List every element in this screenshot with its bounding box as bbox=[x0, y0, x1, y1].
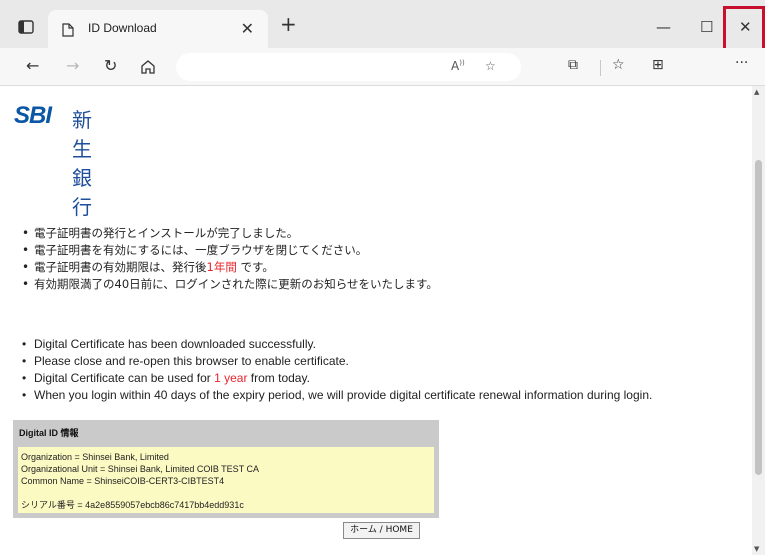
logo-bank-name: 新生銀行 bbox=[72, 108, 93, 219]
page-content: SBI 新生銀行 電子証明書の発行とインストールが完了しました。 電子証明書を有… bbox=[0, 86, 752, 555]
page-icon bbox=[62, 23, 74, 37]
list-item: 電子証明書を有効にするには、一度ブラウザを閉じてください。 bbox=[22, 242, 438, 259]
digital-id-title: Digital ID 情報 bbox=[19, 428, 79, 438]
add-favorite-icon[interactable]: ☆ bbox=[485, 59, 496, 73]
toolbar-separator bbox=[600, 60, 601, 76]
organizational-unit-field: Organizational Unit = Shinsei Bank, Limi… bbox=[21, 464, 260, 474]
validity-period-highlight: 1 year bbox=[214, 371, 248, 385]
browser-toolbar: ← → ↻ A)) ☆ ⧉ ☆ ⊞ ··· bbox=[0, 48, 765, 86]
digital-id-info-box: Digital ID 情報 Organization = Shinsei Ban… bbox=[13, 420, 439, 518]
message-text: です。 bbox=[236, 260, 274, 274]
tab-close-icon[interactable]: ✕ bbox=[241, 19, 254, 38]
refresh-button[interactable]: ↻ bbox=[104, 56, 117, 75]
scroll-down-icon[interactable]: ▼ bbox=[754, 545, 759, 553]
tab-id-download[interactable]: ID Download ✕ bbox=[48, 10, 268, 48]
validity-period-highlight: 1年間 bbox=[206, 260, 237, 274]
maximize-button[interactable]: ☐ bbox=[700, 18, 713, 36]
message-text: from today. bbox=[247, 371, 310, 385]
list-item: 電子証明書の有効期限は、発行後1年間 です。 bbox=[22, 259, 438, 276]
list-item: Digital Certificate has been downloaded … bbox=[22, 336, 652, 353]
vertical-scrollbar[interactable]: ▲ ▼ bbox=[752, 86, 765, 555]
list-item: Please close and re-open this browser to… bbox=[22, 353, 652, 370]
message-text: Digital Certificate can be used for bbox=[34, 371, 215, 385]
list-item: 電子証明書の発行とインストールが完了しました。 bbox=[22, 225, 438, 242]
tab-actions-icon[interactable] bbox=[18, 20, 36, 34]
forward-button[interactable]: → bbox=[66, 56, 79, 75]
home-button[interactable]: ホーム / HOME bbox=[343, 522, 420, 539]
extensions-icon[interactable]: ⧉ bbox=[568, 57, 578, 73]
title-bar: ID Download ✕ + — ☐ ✕ bbox=[0, 0, 765, 55]
settings-menu-icon[interactable]: ··· bbox=[735, 55, 748, 71]
english-message-list: Digital Certificate has been downloaded … bbox=[22, 336, 652, 404]
list-item: Digital Certificate can be used for 1 ye… bbox=[22, 370, 652, 387]
japanese-message-list: 電子証明書の発行とインストールが完了しました。 電子証明書を有効にするには、一度… bbox=[22, 225, 438, 293]
scroll-up-icon[interactable]: ▲ bbox=[754, 88, 759, 96]
address-bar[interactable]: A)) ☆ bbox=[176, 53, 521, 81]
favorites-icon[interactable]: ☆ bbox=[612, 57, 625, 73]
back-button[interactable]: ← bbox=[26, 56, 39, 75]
collections-icon[interactable]: ⊞ bbox=[652, 57, 664, 73]
list-item: 有効期限満了の40日前に、ログインされた際に更新のお知らせをいたします。 bbox=[22, 276, 438, 293]
message-text: 電子証明書の有効期限は、発行後 bbox=[34, 260, 207, 274]
list-item: When you login within 40 days of the exp… bbox=[22, 387, 652, 404]
organization-field: Organization = Shinsei Bank, Limited bbox=[21, 452, 169, 462]
home-icon[interactable] bbox=[140, 59, 156, 75]
common-name-field: Common Name = ShinseiCOIB-CERT3-CIBTEST4 bbox=[21, 476, 225, 486]
new-tab-button[interactable]: + bbox=[280, 14, 297, 34]
read-aloud-icon[interactable]: A)) bbox=[451, 59, 465, 73]
digital-id-details: Organization = Shinsei Bank, Limited Org… bbox=[18, 447, 434, 513]
tab-title: ID Download bbox=[88, 21, 157, 35]
minimize-button[interactable]: — bbox=[656, 18, 671, 36]
serial-number-field: シリアル番号 = 4a2e8559057ebcb86c7417bb4edd931… bbox=[21, 500, 244, 510]
scrollbar-thumb[interactable] bbox=[755, 160, 762, 475]
logo-sbi-text: SBI bbox=[14, 102, 52, 129]
